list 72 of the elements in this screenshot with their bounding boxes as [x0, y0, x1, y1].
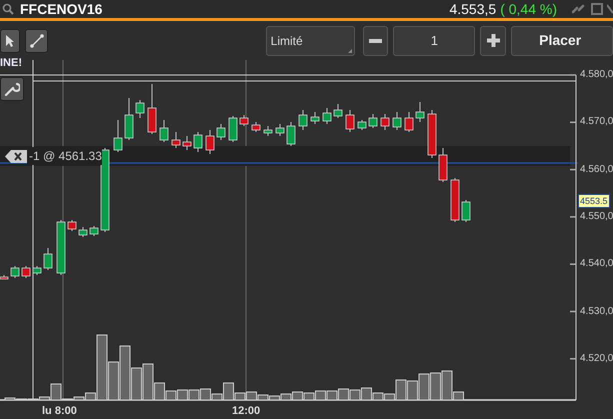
candlestick	[276, 124, 284, 136]
candlestick	[298, 110, 308, 130]
candlestick	[404, 112, 414, 132]
candlestick	[428, 110, 436, 158]
candlestick	[22, 266, 30, 278]
minus-icon	[369, 38, 382, 42]
price-change: ( 0,44 %)	[500, 0, 557, 18]
price-axis-label: 4.550,0	[580, 210, 613, 223]
candlestick	[148, 84, 156, 134]
order-type-dropdown[interactable]: Limité	[266, 26, 356, 56]
candlestick	[0, 274, 8, 280]
candlestick	[450, 178, 460, 222]
increase-button[interactable]	[480, 26, 506, 56]
quantity-field[interactable]: 1	[393, 26, 476, 56]
notice-text: INE!	[0, 58, 22, 69]
price-axis-label: 4.570,0	[580, 116, 613, 128]
instrument-symbol: FFCENOV16	[20, 0, 102, 18]
candlestick	[416, 102, 424, 122]
candlestick	[114, 120, 122, 152]
price-axis-label: 4.560,0	[580, 164, 613, 176]
line-tool-icon	[28, 32, 45, 48]
candlestick	[310, 112, 320, 124]
order-line-label: -1 @ 4561.33	[27, 147, 102, 165]
settings-button[interactable]	[0, 77, 24, 101]
candlestick	[368, 114, 378, 128]
candlestick	[438, 148, 448, 182]
candlestick	[90, 226, 98, 236]
candlestick	[228, 116, 238, 142]
candlestick	[136, 100, 144, 118]
candlestick	[216, 124, 226, 140]
candlestick	[124, 98, 134, 140]
candlestick	[240, 114, 248, 126]
candlestick	[346, 110, 354, 132]
candlestick	[78, 226, 88, 238]
candlestick	[264, 126, 272, 136]
candlestick	[380, 114, 390, 130]
candlestick	[206, 130, 214, 154]
candlestick	[10, 266, 20, 278]
price-axis-label: 4.580,0	[580, 69, 613, 81]
resize-corner-icon	[348, 48, 352, 52]
candlestick	[462, 200, 470, 222]
wrench-icon	[4, 81, 20, 97]
time-axis-label: 12:00	[232, 404, 260, 419]
candlestick	[182, 136, 192, 150]
candlestick	[44, 248, 52, 270]
time-axis-label: lu 8:00	[42, 404, 77, 419]
last-price-marker: 4553.5	[578, 194, 610, 208]
plus-icon	[486, 34, 500, 47]
candlestick	[322, 108, 332, 124]
last-price: 4.553,5	[449, 0, 496, 18]
candlestick	[194, 132, 202, 152]
price-axis-label: 4.540,0	[580, 258, 613, 270]
maximize-icon[interactable]	[591, 3, 603, 15]
candlestick	[32, 266, 42, 276]
candlestick	[68, 220, 76, 232]
cursor-icon	[5, 34, 16, 48]
pointer-tool-button[interactable]	[0, 28, 20, 52]
decrease-button[interactable]	[363, 26, 388, 56]
candlestick	[56, 220, 66, 276]
candlestick	[160, 120, 168, 142]
place-order-button[interactable]: Placer	[511, 26, 613, 56]
candlestick	[172, 132, 180, 148]
candlestick	[392, 112, 402, 130]
price-axis-label: 4.530,0	[580, 306, 613, 318]
price-axis-label: 4.520,0	[580, 352, 613, 365]
search-icon[interactable]	[2, 3, 14, 15]
candlestick	[358, 120, 366, 130]
candlestick	[286, 122, 296, 146]
cancel-order-icon[interactable]	[5, 150, 27, 162]
line-tool-button[interactable]	[25, 28, 48, 52]
candlestick	[334, 104, 342, 118]
candlestick	[252, 122, 260, 132]
